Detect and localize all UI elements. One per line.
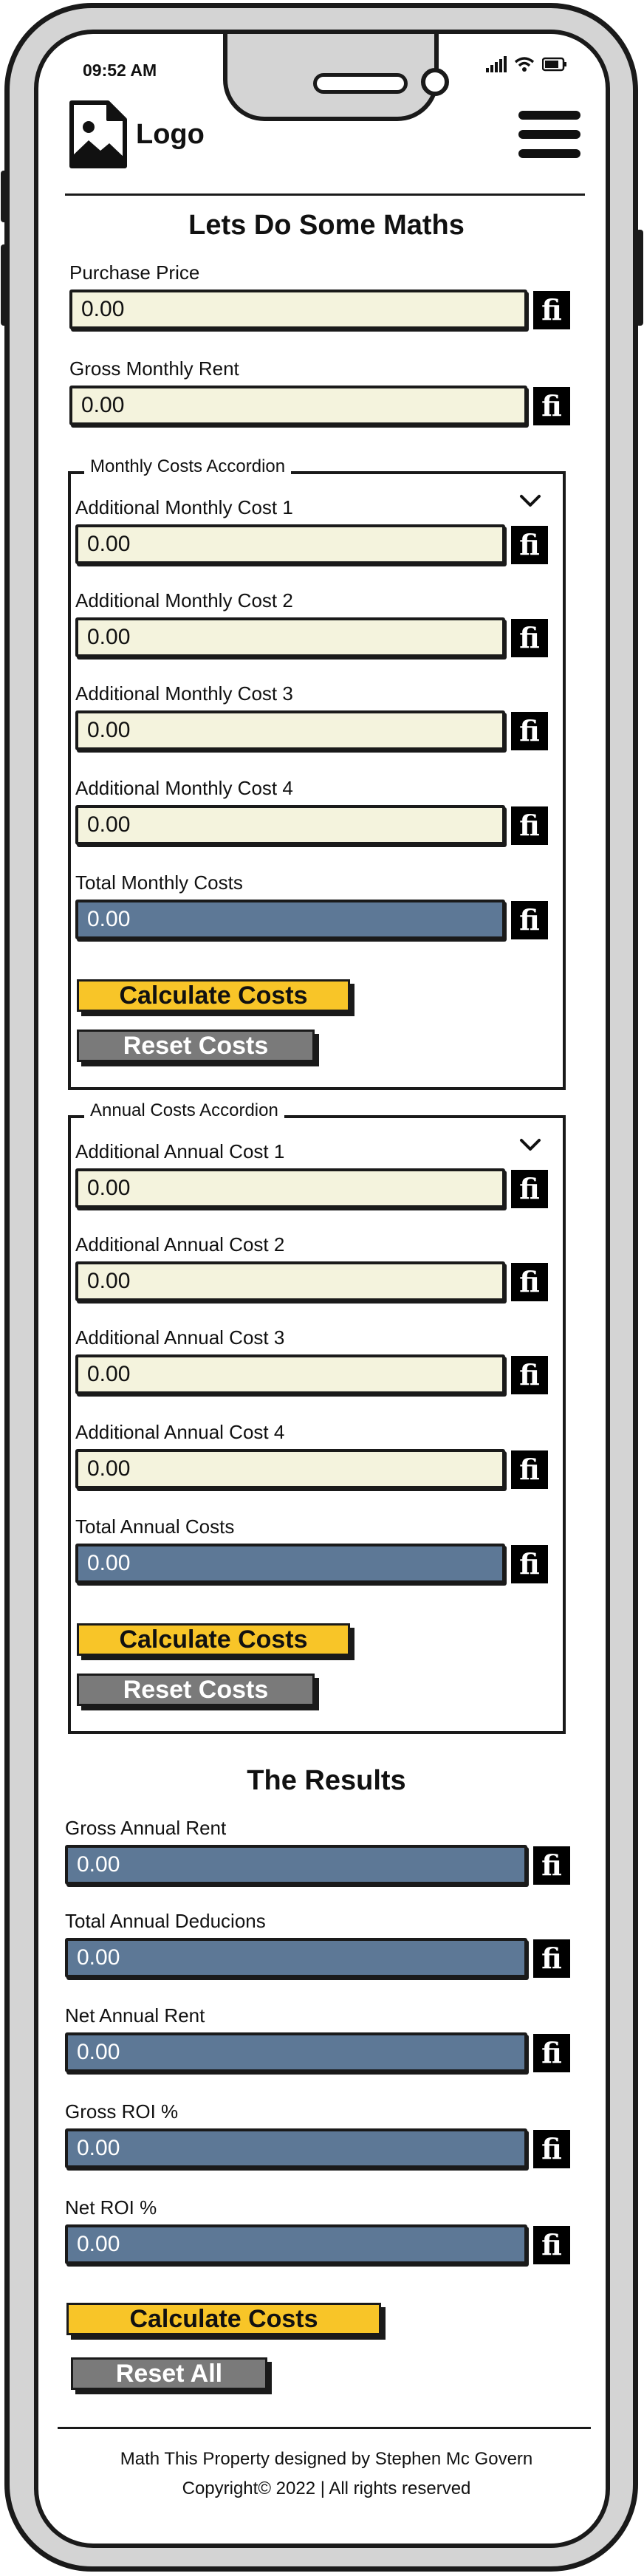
fi-icon[interactable]: fi <box>511 1263 548 1301</box>
annual-accordion-legend: Annual Costs Accordion <box>84 1100 284 1121</box>
status-time: 09:52 AM <box>83 61 157 80</box>
fi-icon[interactable]: fi <box>533 387 570 425</box>
monthly-cost-1-input[interactable]: 0.00 <box>75 524 505 564</box>
fi-icon[interactable]: fi <box>533 2226 570 2264</box>
total-monthly-costs-label: Total Monthly Costs <box>75 871 243 894</box>
image-icon <box>69 100 127 168</box>
total-annual-costs-label: Total Annual Costs <box>75 1515 235 1538</box>
monthly-cost-3-input[interactable]: 0.00 <box>75 710 505 750</box>
footer-divider <box>58 2427 591 2429</box>
total-annual-deductions-label: Total Annual Deducions <box>65 1910 266 1932</box>
fi-icon[interactable]: fi <box>533 291 570 329</box>
fi-icon[interactable]: fi <box>511 901 548 939</box>
power-button <box>636 230 643 326</box>
reset-all-button[interactable]: Reset All <box>71 2357 267 2390</box>
wifi-icon <box>514 57 535 72</box>
purchase-price-input[interactable]: 0.00 <box>69 290 527 329</box>
fi-icon[interactable]: fi <box>511 806 548 845</box>
status-icons <box>486 56 567 72</box>
chevron-down-icon[interactable] <box>518 1136 542 1154</box>
annual-cost-3-label: Additional Annual Cost 3 <box>75 1326 285 1349</box>
speaker <box>313 73 408 94</box>
calculate-annual-costs-button[interactable]: Calculate Costs <box>77 1623 350 1656</box>
monthly-cost-3-label: Additional Monthly Cost 3 <box>75 682 293 705</box>
net-annual-rent-label: Net Annual Rent <box>65 2004 205 2027</box>
net-roi-label: Net ROI % <box>65 2196 157 2219</box>
monthly-cost-4-input[interactable]: 0.00 <box>75 805 505 845</box>
annual-cost-3-input[interactable]: 0.00 <box>75 1354 505 1394</box>
monthly-cost-2-label: Additional Monthly Cost 2 <box>75 589 293 612</box>
total-annual-deductions-output: 0.00 <box>65 1938 527 1978</box>
fi-icon[interactable]: fi <box>533 1846 570 1885</box>
annual-cost-2-label: Additional Annual Cost 2 <box>75 1233 285 1256</box>
fi-icon[interactable]: fi <box>511 1170 548 1208</box>
gross-roi-label: Gross ROI % <box>65 2100 179 2123</box>
annual-cost-1-label: Additional Annual Cost 1 <box>75 1140 285 1162</box>
gross-monthly-rent-input[interactable]: 0.00 <box>69 386 527 425</box>
purchase-price-label: Purchase Price <box>69 261 200 284</box>
fi-icon[interactable]: fi <box>511 526 548 564</box>
footer-credit: Math This Property designed by Stephen M… <box>120 2449 533 2469</box>
volume-button <box>1 171 8 222</box>
chevron-down-icon[interactable] <box>518 492 542 510</box>
monthly-cost-1-label: Additional Monthly Cost 1 <box>75 496 293 518</box>
total-monthly-costs-output: 0.00 <box>75 900 505 939</box>
calculate-results-button[interactable]: Calculate Costs <box>66 2303 381 2335</box>
annual-cost-4-label: Additional Annual Cost 4 <box>75 1421 285 1443</box>
camera <box>421 68 449 96</box>
logo[interactable]: Logo <box>68 99 205 170</box>
logo-label: Logo <box>136 118 205 150</box>
monthly-cost-2-input[interactable]: 0.00 <box>75 617 505 657</box>
fi-icon[interactable]: fi <box>533 1939 570 1978</box>
volume-button <box>1 244 8 326</box>
annual-cost-2-input[interactable]: 0.00 <box>75 1261 505 1301</box>
gross-annual-rent-label: Gross Annual Rent <box>65 1817 227 1839</box>
reset-monthly-costs-button[interactable]: Reset Costs <box>77 1030 315 1062</box>
monthly-cost-4-label: Additional Monthly Cost 4 <box>75 777 293 799</box>
header-divider <box>65 193 585 196</box>
phone-screen: 09:52 AM Logo Lets Do Some Maths Purchas… <box>34 30 610 2548</box>
monthly-accordion-legend: Monthly Costs Accordion <box>84 456 292 477</box>
reset-annual-costs-button[interactable]: Reset Costs <box>77 1674 315 1706</box>
total-annual-costs-output: 0.00 <box>75 1544 505 1583</box>
calculate-monthly-costs-button[interactable]: Calculate Costs <box>77 979 350 1012</box>
signal-icon <box>486 56 507 72</box>
annual-cost-4-input[interactable]: 0.00 <box>75 1449 505 1489</box>
fi-icon[interactable]: fi <box>511 1356 548 1394</box>
hamburger-icon[interactable] <box>518 111 580 164</box>
fi-icon[interactable]: fi <box>533 2034 570 2072</box>
battery-icon <box>542 57 566 72</box>
annual-cost-1-input[interactable]: 0.00 <box>75 1168 505 1208</box>
footer-copyright: Copyright© 2022 | All rights reserved <box>182 2479 471 2498</box>
gross-roi-output: 0.00 <box>65 2128 527 2168</box>
fi-icon[interactable]: fi <box>511 1450 548 1489</box>
fi-icon[interactable]: fi <box>511 1545 548 1583</box>
net-annual-rent-output: 0.00 <box>65 2032 527 2072</box>
fi-icon[interactable]: fi <box>511 619 548 657</box>
fi-icon[interactable]: fi <box>511 712 548 750</box>
fi-icon[interactable]: fi <box>533 2130 570 2168</box>
page-title: Lets Do Some Maths <box>188 210 465 241</box>
gross-annual-rent-output: 0.00 <box>65 1845 527 1885</box>
gross-monthly-rent-label: Gross Monthly Rent <box>69 357 239 380</box>
net-roi-output: 0.00 <box>65 2224 527 2264</box>
results-title: The Results <box>247 1765 406 1796</box>
